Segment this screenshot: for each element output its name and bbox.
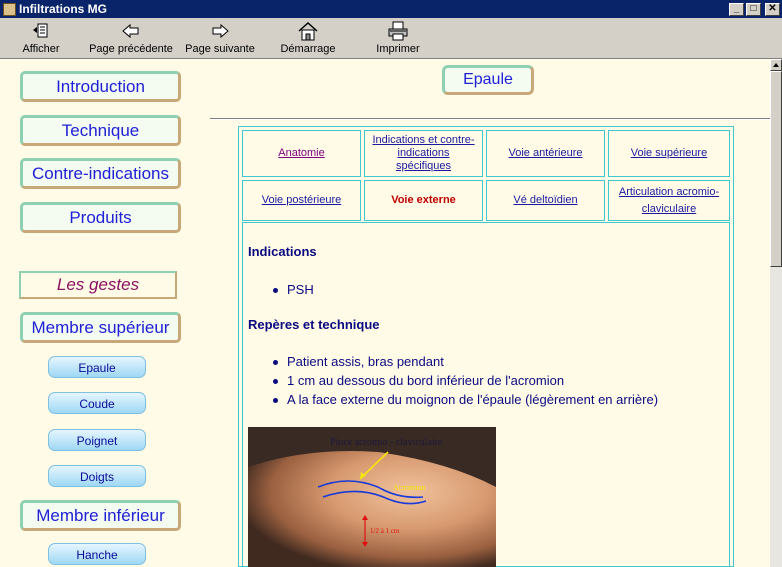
reperes-heading: Repères et technique — [248, 317, 380, 332]
tab-voie-anterieure[interactable]: Voie antérieure — [486, 130, 605, 177]
home-icon — [280, 20, 336, 42]
tab-articulation-acromio[interactable]: Articulation acromio-claviculaire — [608, 180, 730, 221]
demarrage-button[interactable]: Démarrage — [280, 20, 336, 57]
tab-articulation-acromio-link[interactable]: Articulation acromio-claviculaire — [612, 184, 726, 218]
tab-anatomie-link[interactable]: Anatomie — [278, 147, 324, 160]
nav-epaule[interactable]: Epaule — [48, 356, 146, 378]
tab-anatomie[interactable]: Anatomie — [242, 130, 361, 177]
maximize-button[interactable]: □ — [746, 2, 761, 16]
nav-introduction[interactable]: Introduction — [20, 71, 181, 102]
nav-technique[interactable]: Technique — [20, 115, 181, 146]
content-body: Indications PSH Repères et technique Pat… — [242, 222, 730, 567]
window-title: Infiltrations MG — [19, 2, 107, 16]
imprimer-button[interactable]: Imprimer — [376, 20, 420, 57]
tab-ve-deltoidien-link[interactable]: Vé deltoïdien — [513, 194, 577, 207]
tab-voie-externe[interactable]: Voie externe — [364, 180, 483, 221]
page-precedente-label: Page précédente — [89, 43, 173, 55]
tab-voie-anterieure-link[interactable]: Voie antérieure — [509, 147, 583, 160]
nav-membre-inferieur[interactable]: Membre inférieur — [20, 500, 181, 531]
minimize-button[interactable]: _ — [729, 2, 744, 16]
app-icon — [3, 2, 16, 16]
forward-arrow-icon — [184, 20, 256, 42]
repere-item: A la face externe du moignon de l'épaule… — [272, 392, 659, 407]
tab-voie-posterieure[interactable]: Voie postérieure — [242, 180, 361, 221]
imprimer-label: Imprimer — [376, 43, 420, 55]
repere-item: Patient assis, bras pendant — [273, 354, 444, 369]
tab-voie-posterieure-link[interactable]: Voie postérieure — [262, 194, 342, 207]
tab-indications[interactable]: Indications et contre-indications spécif… — [364, 130, 483, 177]
toolbar: Afficher Page précédente Page suivante D… — [0, 18, 782, 59]
scrollbar-thumb[interactable] — [770, 71, 782, 267]
page-title: Epaule — [442, 65, 534, 95]
vertical-scrollbar[interactable] — [770, 59, 782, 567]
tab-voie-superieure[interactable]: Voie supérieure — [608, 130, 730, 177]
tab-voie-externe-current[interactable]: Voie externe — [391, 194, 456, 207]
shoulder-photo: Pince acromio - claviculaire Acromion 1/… — [248, 427, 496, 567]
close-button[interactable]: ✕ — [765, 2, 780, 16]
les-gestes-heading: Les gestes — [19, 271, 177, 299]
printer-icon — [376, 20, 420, 42]
photo-annotation-pince: Pince acromio - claviculaire — [330, 437, 443, 448]
photo-annotation-acromion: Acromion — [393, 483, 425, 492]
afficher-button[interactable]: Afficher — [20, 20, 62, 57]
demarrage-label: Démarrage — [280, 43, 336, 55]
repere-item: 1 cm au dessous du bord inférieur de l'a… — [272, 373, 565, 388]
window-titlebar: Infiltrations MG _ □ ✕ — [0, 0, 782, 18]
page-suivante-label: Page suivante — [185, 43, 255, 55]
nav-coude[interactable]: Coude — [48, 392, 146, 414]
indications-heading: Indications — [248, 244, 317, 259]
scroll-up-arrow[interactable] — [770, 59, 782, 71]
nav-produits[interactable]: Produits — [20, 202, 181, 233]
photo-annotation-measure: 1/2 à 1 cm — [370, 527, 400, 535]
back-arrow-icon — [88, 20, 174, 42]
page-suivante-button[interactable]: Page suivante — [184, 20, 256, 57]
nav-membre-superieur[interactable]: Membre supérieur — [20, 312, 181, 343]
tab-indications-link[interactable]: Indications et contre-indications spécif… — [369, 134, 479, 173]
content-area: Introduction Technique Contre-indication… — [0, 59, 770, 567]
afficher-label: Afficher — [22, 43, 60, 55]
tab-voie-superieure-link[interactable]: Voie supérieure — [631, 147, 707, 160]
nav-doigts[interactable]: Doigts — [48, 465, 146, 487]
nav-hanche[interactable]: Hanche — [48, 543, 146, 565]
divider — [210, 118, 770, 120]
nav-contre-indications[interactable]: Contre-indications — [20, 158, 181, 189]
page-precedente-button[interactable]: Page précédente — [88, 20, 174, 57]
nav-poignet[interactable]: Poignet — [48, 429, 146, 451]
indication-item: PSH — [273, 282, 314, 297]
show-icon — [20, 20, 62, 42]
tab-ve-deltoidien[interactable]: Vé deltoïdien — [486, 180, 605, 221]
